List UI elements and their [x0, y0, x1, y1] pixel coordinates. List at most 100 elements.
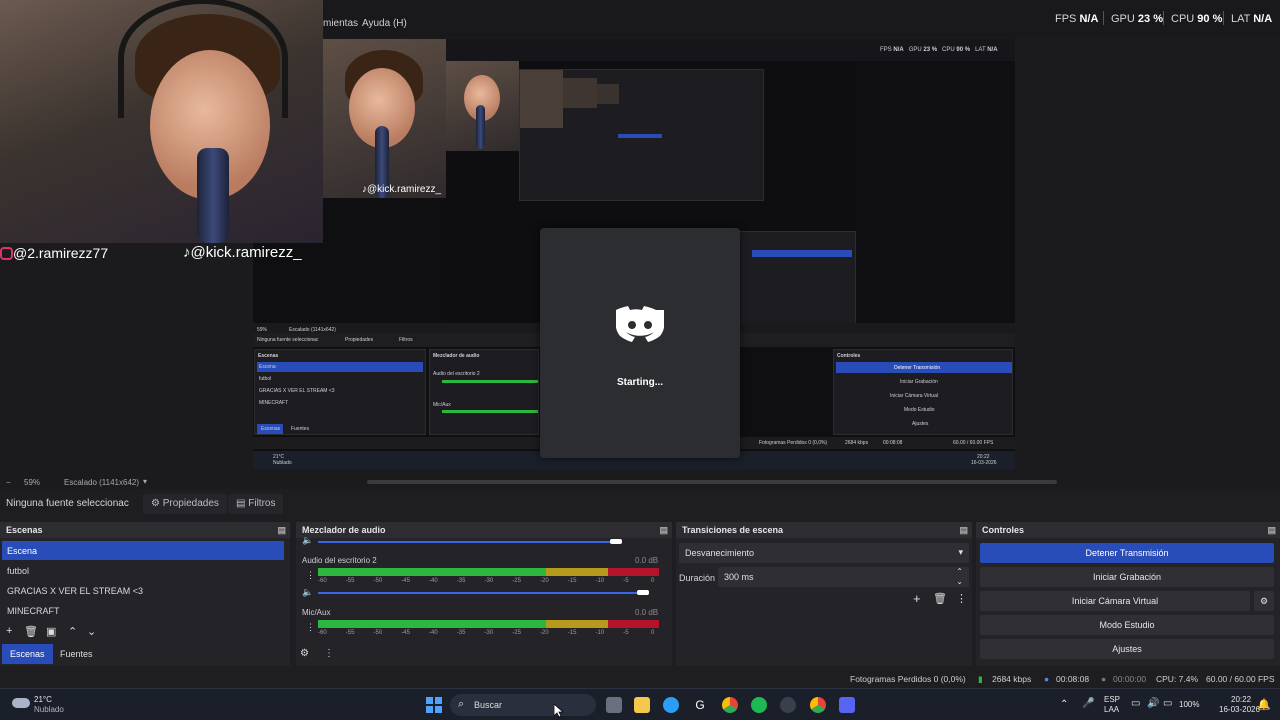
edge-icon[interactable] — [663, 697, 679, 713]
volume-knob[interactable] — [637, 590, 650, 595]
microphone-icon[interactable]: 🎤 — [1082, 698, 1094, 709]
nested-scene-item: futbol — [259, 376, 272, 382]
nested-meter — [442, 380, 538, 383]
spotify-icon[interactable] — [751, 697, 767, 713]
gear-icon: ⚙ — [151, 498, 160, 509]
search-box[interactable]: ⌕ Buscar — [450, 694, 596, 716]
scene-item[interactable]: MINECRAFT — [2, 601, 284, 620]
app-icon[interactable]: G — [692, 697, 708, 713]
dock-menu-icon[interactable]: ▤ — [277, 525, 286, 536]
obs-window: mientas Ayuda (H) FPS N/A GPU 23 % CPU 9… — [0, 0, 1280, 720]
discord-icon[interactable] — [839, 697, 855, 713]
move-up-icon[interactable]: ⌃ — [68, 625, 77, 638]
kebab-icon[interactable]: ⋮ — [306, 570, 315, 581]
start-virtual-camera-button[interactable]: Iniciar Cámara Virtual — [980, 591, 1250, 611]
language-bottom[interactable]: LAA — [1104, 705, 1119, 714]
add-scene-icon[interactable]: + — [6, 625, 12, 637]
properties-button[interactable]: ⚙ Propiedades — [143, 494, 227, 514]
transitions-title: Transiciones de escena ▤ — [676, 522, 972, 538]
volume-icon[interactable]: 🔈 — [302, 587, 313, 598]
studio-mode-button[interactable]: Modo Estudio — [980, 615, 1274, 635]
obs-icon[interactable] — [780, 697, 796, 713]
horizontal-scrollbar[interactable] — [367, 480, 1057, 484]
scene-item[interactable]: Escena — [2, 541, 284, 560]
nested-scene-item: GRACIAS X VER EL STREAM <3 — [259, 388, 335, 394]
volume-slider[interactable] — [318, 592, 638, 594]
meter-tick-label: -55 — [345, 578, 355, 584]
weather-temp[interactable]: 21°C — [34, 695, 52, 704]
mic-icon — [476, 105, 485, 149]
dock-menu-icon[interactable]: ▤ — [659, 525, 668, 536]
menu-tools[interactable]: mientas — [323, 18, 358, 29]
battery-icon[interactable]: ▭ — [1163, 698, 1172, 709]
nested-controls-title: Controles — [837, 353, 861, 359]
notification-icon[interactable]: 🔔 — [1257, 698, 1271, 711]
language-top[interactable]: ESP — [1104, 695, 1120, 704]
volume-slider[interactable] — [318, 541, 616, 543]
nested-weather: Nublado — [273, 460, 292, 466]
task-view-icon[interactable] — [606, 697, 622, 713]
windows-start-icon[interactable] — [426, 697, 442, 713]
clock-time[interactable]: 20:22 — [1231, 695, 1251, 704]
chevron-up-icon[interactable]: ⌃ — [1060, 699, 1068, 710]
duration-input[interactable]: 300 ms ⌃ ⌄ — [718, 567, 969, 587]
mixer-channel-name: Audio del escritorio 2 — [302, 556, 377, 565]
scenes-title: Escenas ▤ — [0, 522, 290, 538]
settings-button[interactable]: Ajustes — [980, 639, 1274, 659]
start-recording-button[interactable]: Iniciar Grabación — [980, 567, 1274, 587]
search-label: Buscar — [474, 700, 503, 710]
scale-label[interactable]: Escalado (1141x642) — [64, 478, 139, 487]
screen-icon[interactable]: ▭ — [1131, 698, 1140, 709]
chrome-icon[interactable] — [810, 697, 826, 713]
battery-percent[interactable]: 100% — [1179, 700, 1199, 709]
tab-scenes[interactable]: Escenas — [2, 644, 53, 664]
meter-tick-label: -15 — [567, 578, 577, 584]
mixer-settings-icon[interactable]: ⚙ — [300, 648, 309, 659]
volume-knob[interactable] — [610, 539, 622, 544]
collapse-icon[interactable]: − — [6, 478, 11, 487]
weather-desc[interactable]: Nublado — [34, 705, 64, 714]
file-explorer-icon[interactable] — [634, 697, 650, 713]
meter-tick-label: -15 — [567, 630, 577, 636]
meter-tick-label: -40 — [429, 578, 438, 584]
filters-button[interactable]: ▤ Filtros — [228, 494, 284, 514]
chrome-icon[interactable] — [722, 697, 738, 713]
meter-tick-label: -45 — [401, 578, 410, 584]
zoom-level[interactable]: 59% — [24, 478, 40, 487]
nested-date: 16-03-2026 — [971, 460, 997, 466]
volume-icon[interactable]: 🔊 — [1147, 698, 1159, 709]
meter-tick-label: -25 — [512, 630, 521, 636]
scene-item[interactable]: futbol — [2, 561, 284, 580]
scene-item[interactable]: GRACIAS X VER EL STREAM <3 — [2, 581, 284, 600]
kebab-icon[interactable]: ⋮ — [306, 622, 315, 633]
kebab-icon[interactable]: ⋮ — [324, 648, 334, 659]
dock-menu-icon[interactable]: ▤ — [959, 525, 968, 536]
stat-divider — [1103, 11, 1104, 25]
nested-stop-button — [752, 250, 852, 257]
stat-divider — [1163, 11, 1164, 25]
trash-icon[interactable]: 🗑 — [24, 625, 38, 638]
dock-menu-icon[interactable]: ▤ — [1267, 525, 1276, 536]
clock-date[interactable]: 16-03-2026 — [1219, 705, 1260, 714]
move-down-icon[interactable]: ⌄ — [87, 625, 96, 638]
nested-stop-stream-label: Detener Transmisión — [894, 365, 941, 371]
stop-stream-button[interactable]: Detener Transmisión — [980, 543, 1274, 563]
spinner-icon[interactable]: ⌃ ⌄ — [956, 567, 963, 587]
stream-time: 00:08:08 — [1056, 674, 1090, 684]
transition-select[interactable]: Desvanecimiento ▾ — [679, 543, 969, 563]
add-transition-icon[interactable]: + — [913, 591, 921, 606]
virtual-camera-settings-button[interactable]: ⚙ — [1254, 591, 1274, 611]
tab-sources[interactable]: Fuentes — [52, 644, 101, 664]
trash-icon[interactable]: 🗑 — [933, 592, 947, 605]
gear-icon: ⚙ — [1259, 596, 1269, 606]
filter-icon[interactable]: ▣ — [46, 625, 56, 638]
discord-splash: Starting... — [540, 228, 740, 458]
kebab-icon[interactable]: ⋮ — [956, 592, 967, 605]
nested-record-label: Iniciar Grabación — [900, 379, 938, 385]
mixer-title: Mezclador de audio ▤ — [296, 522, 672, 538]
meter-segment — [546, 568, 608, 576]
nested-meter — [442, 410, 538, 413]
menu-help[interactable]: Ayuda (H) — [362, 18, 407, 29]
chevron-down-icon[interactable]: ▾ — [143, 477, 147, 486]
volume-icon[interactable]: 🔈 — [302, 535, 313, 546]
